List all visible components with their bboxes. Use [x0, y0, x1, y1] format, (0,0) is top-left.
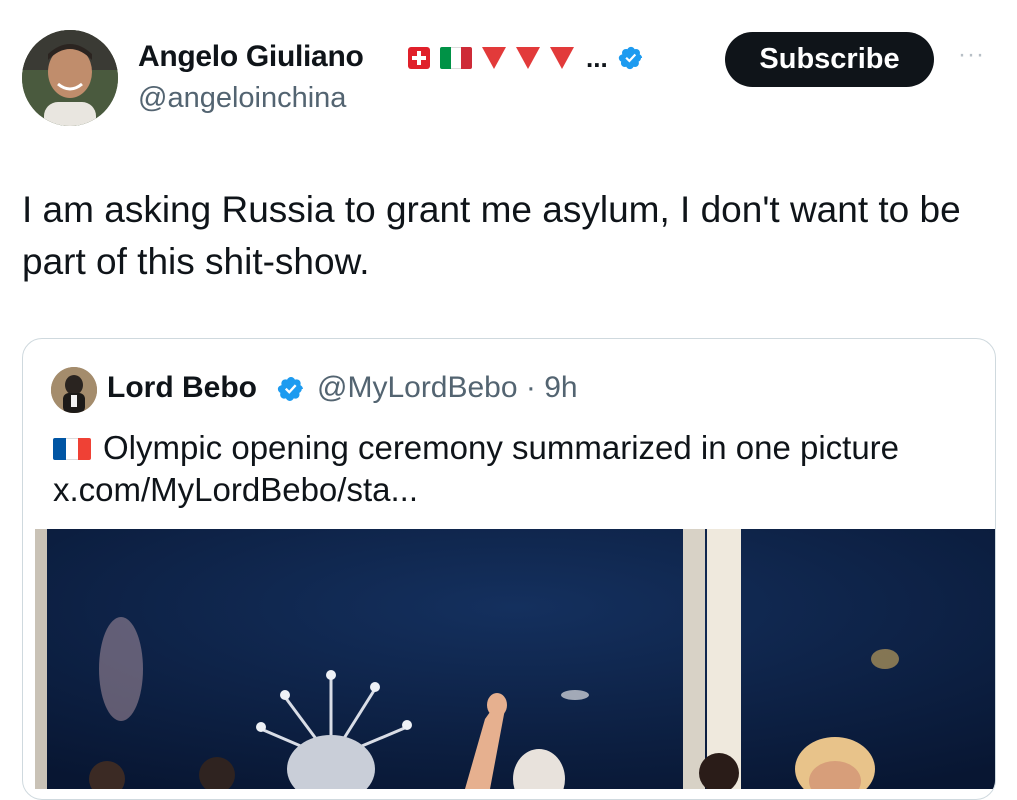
red-triangle-icon	[550, 47, 574, 69]
quoted-author-handle-time[interactable]: @MyLordBebo · 9h	[317, 371, 578, 405]
quoted-tweet-card[interactable]: Lord Bebo @MyLordBebo · 9h Olympic openi…	[22, 338, 996, 800]
quoted-tweet-text-body: Olympic opening ceremony summarized in o…	[103, 429, 900, 466]
author-badges: ...	[408, 42, 644, 74]
swiss-flag-icon	[408, 47, 430, 69]
badges-ellipsis: ...	[586, 43, 608, 73]
quoted-author-avatar[interactable]	[51, 367, 97, 413]
quoted-tweet-text: Olympic opening ceremony summarized in o…	[53, 427, 899, 469]
italy-flag-icon	[440, 47, 472, 69]
verified-badge-icon	[618, 46, 642, 70]
author-avatar[interactable]	[22, 30, 118, 126]
france-flag-icon	[53, 438, 91, 460]
quoted-verified-badge-icon	[277, 377, 303, 401]
red-triangle-icon	[482, 47, 506, 69]
subscribe-button[interactable]: Subscribe	[725, 32, 934, 87]
author-handle[interactable]: @angeloinchina	[138, 82, 346, 115]
tweet-text: I am asking Russia to grant me asylum, I…	[22, 189, 961, 282]
red-triangle-icon	[516, 47, 540, 69]
author-name[interactable]: Angelo Giuliano	[138, 40, 364, 74]
quoted-tweet-image[interactable]	[35, 529, 995, 789]
quoted-author-name[interactable]: Lord Bebo	[107, 371, 257, 405]
quoted-tweet-link[interactable]: x.com/MyLordBebo/sta...	[53, 469, 418, 511]
more-options-icon[interactable]: ···	[958, 43, 985, 67]
